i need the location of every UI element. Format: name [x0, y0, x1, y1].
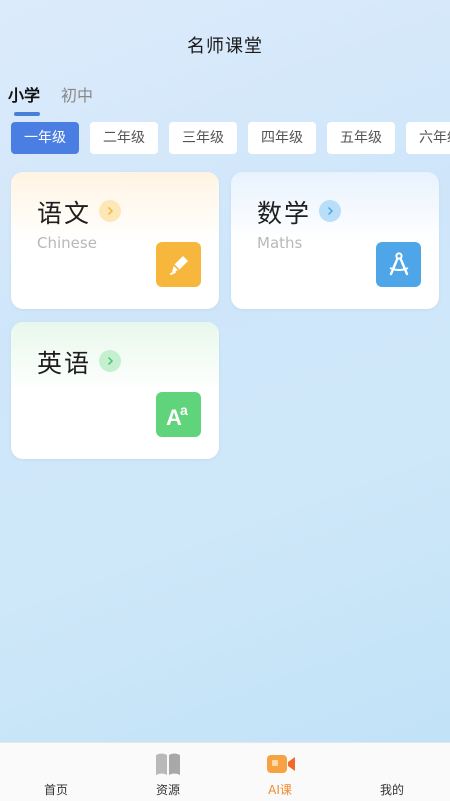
subject-title: 语文: [37, 199, 92, 228]
subject-title: 数学: [257, 199, 312, 228]
letters-aa-icon: A a: [156, 392, 201, 437]
subject-subtitle: Maths: [257, 234, 303, 252]
tab-middle-school-label: 初中: [61, 86, 94, 105]
tab-mine-label: 我的: [379, 783, 404, 797]
subject-title: 英语: [37, 349, 92, 378]
tab-primary-school[interactable]: 小学: [8, 82, 40, 106]
book-icon: [154, 751, 182, 777]
subject-card-english[interactable]: 英语 A a: [11, 322, 219, 459]
chevron-right-icon: [319, 200, 341, 222]
grade-chip-6[interactable]: 六年级: [406, 122, 450, 154]
tab-resources[interactable]: 资源: [112, 743, 224, 801]
tab-resources-label: 资源: [155, 783, 180, 797]
grade-chip-1[interactable]: 一年级: [11, 122, 79, 154]
grade-chip-4[interactable]: 四年级: [248, 122, 316, 154]
chevron-right-icon: [99, 200, 121, 222]
tab-primary-school-label: 小学: [8, 86, 41, 105]
grade-chip-3[interactable]: 三年级: [169, 122, 237, 154]
compass-icon: [376, 242, 421, 287]
tab-ai-course-label: AI课: [268, 783, 292, 797]
grade-chip-2[interactable]: 二年级: [90, 122, 158, 154]
chevron-right-icon: [99, 350, 121, 372]
tab-home[interactable]: 首页: [0, 743, 112, 801]
tab-middle-school[interactable]: 初中: [61, 82, 93, 106]
bottom-tab-bar: 首页 资源 AI课 我的: [0, 742, 450, 801]
active-tab-underline: [14, 112, 40, 116]
subject-card-chinese[interactable]: 语文 Chinese: [11, 172, 219, 309]
tab-home-label: 首页: [43, 783, 68, 797]
pen-icon: [156, 242, 201, 287]
tab-mine[interactable]: 我的: [336, 743, 448, 801]
page-title: 名师课堂: [187, 36, 263, 57]
grade-selector: 一年级 二年级 三年级 四年级 五年级 六年级: [0, 122, 450, 158]
svg-text:a: a: [180, 402, 188, 418]
subject-card-maths[interactable]: 数学 Maths: [231, 172, 439, 309]
tab-ai-course[interactable]: AI课: [224, 743, 336, 801]
grade-chip-5[interactable]: 五年级: [327, 122, 395, 154]
video-camera-icon: [266, 751, 295, 777]
subject-subtitle: Chinese: [37, 234, 97, 252]
